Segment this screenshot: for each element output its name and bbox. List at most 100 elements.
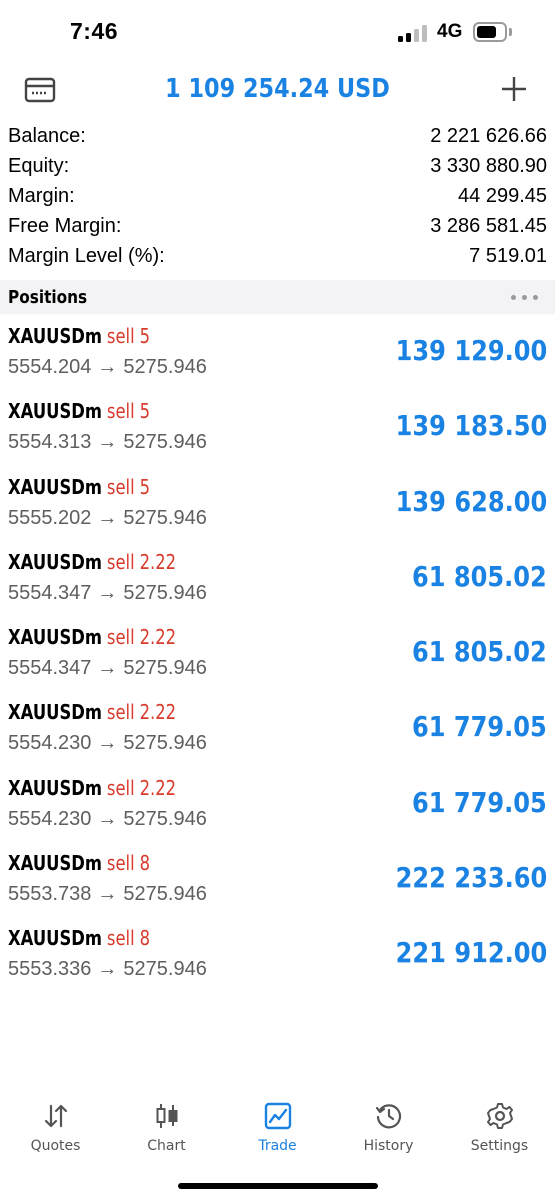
- position-type: sell: [106, 324, 135, 348]
- summary-label: Free Margin:: [8, 215, 122, 237]
- current-price: 5275.946: [123, 958, 207, 981]
- arrow-right-icon: →: [97, 506, 118, 529]
- position-symbol: XAUUSDm: [8, 926, 102, 951]
- position-symbol: XAUUSDm: [8, 399, 102, 424]
- position-row[interactable]: XAUUSDm sell 2.22 5554.347 → 5275.946 61 805.0…: [0, 615, 555, 690]
- position-row[interactable]: XAUUSDm sell 2.22 5554.230 → 5275.946 61 779.0…: [0, 766, 555, 841]
- position-title: XAUUSDm sell 5: [8, 475, 150, 499]
- open-price: 5554.347: [8, 581, 92, 604]
- tab-trade[interactable]: Trade: [222, 1092, 333, 1162]
- tab-label: Quotes: [30, 1138, 81, 1154]
- tab-chart[interactable]: Chart: [111, 1092, 222, 1162]
- position-profit: 139 129.00: [395, 334, 547, 367]
- position-profit: 139 628.00: [395, 484, 547, 518]
- position-profit: 61 779.05: [412, 710, 547, 744]
- open-price: 5553.336: [8, 958, 92, 981]
- tab-bar: Quotes Chart Trade History Settings: [0, 1092, 555, 1162]
- positions-title: Positions: [8, 287, 88, 308]
- position-type: sell: [106, 399, 135, 424]
- position-prices: 5554.347 → 5275.946: [8, 582, 207, 605]
- current-price: 5275.946: [123, 356, 207, 378]
- summary-value: 3 330 880.90: [430, 155, 547, 177]
- summary-label: Margin:: [8, 185, 75, 207]
- arrow-right-icon: →: [97, 356, 118, 378]
- position-title: XAUUSDm sell 2.22: [8, 625, 176, 649]
- tab-history[interactable]: History: [333, 1092, 444, 1162]
- current-price: 5275.946: [123, 732, 207, 755]
- position-type: sell: [106, 700, 135, 725]
- position-row[interactable]: XAUUSDm sell 8 5553.738 → 5275.946 222 233.60: [0, 841, 555, 916]
- position-volume: 5: [139, 474, 151, 499]
- position-row[interactable]: XAUUSDm sell 5 5555.202 → 5275.946 139 628.00: [0, 465, 555, 540]
- position-row[interactable]: XAUUSDm sell 8 5553.336 → 5275.946 221 912.00: [0, 916, 555, 991]
- arrow-right-icon: →: [97, 807, 118, 830]
- summary-row-margin: Margin: 44 299.45: [0, 182, 555, 212]
- position-prices: 5553.738 → 5275.946: [8, 883, 207, 906]
- tab-label: Trade: [258, 1138, 297, 1154]
- position-prices: 5554.230 → 5275.946: [8, 732, 207, 755]
- position-type: sell: [106, 625, 135, 650]
- plus-icon[interactable]: [501, 76, 527, 102]
- position-prices: 5554.313 → 5275.946: [8, 431, 207, 454]
- position-prices: 5553.336 → 5275.946: [8, 958, 207, 981]
- position-volume: 2.22: [139, 700, 177, 725]
- position-profit: 222 233.60: [395, 861, 547, 895]
- position-title: XAUUSDm sell 2.22: [8, 700, 176, 724]
- position-row[interactable]: XAUUSDm sell 2.22 5554.230 → 5275.946 61 779.0…: [0, 690, 555, 765]
- position-volume: 5: [139, 399, 151, 424]
- positions-section-header: Positions: [0, 280, 555, 314]
- summary-label: Equity:: [8, 155, 70, 177]
- arrow-right-icon: →: [97, 732, 118, 755]
- open-price: 5554.230: [8, 807, 92, 830]
- position-symbol: XAUUSDm: [8, 474, 102, 499]
- position-type: sell: [106, 851, 135, 876]
- summary-label: Balance:: [8, 125, 86, 147]
- position-type: sell: [106, 549, 135, 574]
- current-price: 5275.946: [123, 581, 207, 604]
- position-profit: 221 912.00: [395, 936, 547, 970]
- chart-icon: [156, 1104, 178, 1128]
- more-options-icon[interactable]: [509, 290, 541, 304]
- position-profit: 61 779.05: [412, 785, 547, 819]
- open-price: 5555.202: [8, 506, 92, 529]
- position-title: XAUUSDm sell 2.22: [8, 776, 176, 800]
- position-prices: 5554.230 → 5275.946: [8, 808, 207, 831]
- position-symbol: XAUUSDm: [8, 324, 102, 348]
- summary-row-balance: Balance: 2 221 626.66: [0, 122, 555, 152]
- position-profit: 139 183.50: [395, 409, 547, 443]
- position-symbol: XAUUSDm: [8, 851, 102, 876]
- summary-value: 2 221 626.66: [430, 125, 547, 147]
- positions-list: XAUUSDm sell 5 5554.204 → 5275.946 139 129.00 X…: [0, 314, 555, 992]
- signal-strength-icon: [398, 25, 430, 42]
- current-price: 5275.946: [123, 807, 207, 830]
- position-title: XAUUSDm sell 5: [8, 399, 150, 423]
- position-title: XAUUSDm sell 8: [8, 926, 150, 950]
- status-time: 7:46: [70, 18, 119, 44]
- position-type: sell: [106, 926, 135, 951]
- history-icon: [375, 1104, 402, 1129]
- account-summary: Balance: 2 221 626.66 Equity: 3 330 880.…: [0, 122, 555, 272]
- position-volume: 8: [139, 851, 151, 876]
- position-volume: 2.22: [139, 549, 177, 574]
- position-type: sell: [106, 474, 135, 499]
- home-indicator: [178, 1183, 378, 1189]
- tab-settings[interactable]: Settings: [444, 1092, 555, 1162]
- arrow-right-icon: →: [97, 657, 118, 680]
- current-price: 5275.946: [123, 657, 207, 680]
- status-bar: 7:46 4G: [0, 0, 555, 68]
- position-volume: 2.22: [139, 625, 177, 650]
- position-volume: 8: [139, 926, 151, 951]
- open-price: 5554.347: [8, 657, 92, 680]
- position-prices: 5554.347 → 5275.946: [8, 657, 207, 680]
- trade-icon: [264, 1102, 292, 1130]
- position-symbol: XAUUSDm: [8, 625, 102, 650]
- position-row[interactable]: XAUUSDm sell 5 5554.204 → 5275.946 139 129.00: [0, 314, 555, 389]
- position-row[interactable]: XAUUSDm sell 2.22 5554.347 → 5275.946 61 805.0…: [0, 540, 555, 615]
- open-price: 5554.230: [8, 732, 92, 755]
- position-row[interactable]: XAUUSDm sell 5 5554.313 → 5275.946 139 183.50: [0, 389, 555, 464]
- battery-cap: [509, 28, 512, 36]
- position-title: XAUUSDm sell 5: [8, 324, 150, 348]
- tab-quotes[interactable]: Quotes: [0, 1092, 111, 1162]
- open-price: 5554.313: [8, 431, 92, 454]
- position-type: sell: [106, 775, 135, 800]
